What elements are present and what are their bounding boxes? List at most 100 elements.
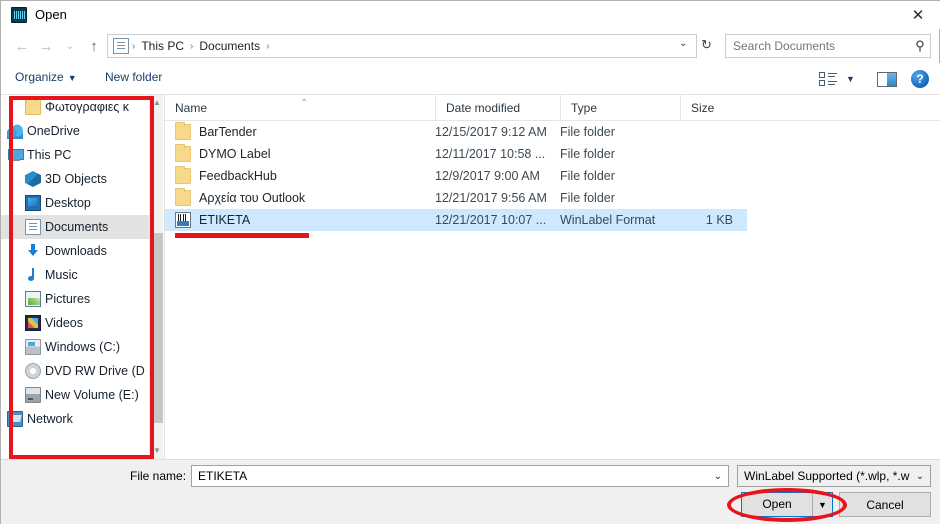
command-bar: Organize ▼ New folder ▼ ? (1, 63, 940, 95)
sidebar-item-label: Downloads (45, 244, 107, 258)
file-name-cell: FeedbackHub (165, 165, 435, 187)
sidebar-item-documents[interactable]: Documents (1, 215, 149, 239)
file-size-cell (680, 165, 745, 187)
sidebar-item-pictures[interactable]: Pictures (1, 287, 149, 311)
refresh-icon[interactable]: ↻ (701, 37, 712, 53)
sidebar-item-onedrive[interactable]: OneDrive (1, 119, 149, 143)
chevron-down-icon[interactable]: ⌄ (59, 35, 81, 57)
sidebar-item-downloads[interactable]: Downloads (1, 239, 149, 263)
back-arrow-icon[interactable]: ← (11, 35, 33, 57)
desktop-icon (25, 195, 41, 211)
organize-button[interactable]: Organize ▼ (15, 70, 77, 84)
list-view-icon[interactable] (819, 72, 837, 86)
forward-arrow-icon[interactable]: → (35, 35, 57, 57)
sidebar-item-dvd-rw-drive-d[interactable]: DVD RW Drive (D (1, 359, 149, 383)
sidebar-item-label: Network (27, 412, 73, 426)
file-date-cell: 12/21/2017 10:07 ... (435, 213, 547, 227)
file-type-value: WinLabel Supported (*.wlp, *.w (744, 469, 910, 483)
sidebar-item-videos[interactable]: Videos (1, 311, 149, 335)
file-type-cell: File folder (560, 125, 615, 139)
address-bar[interactable]: › This PC › Documents › (107, 34, 697, 58)
sidebar-item-desktop[interactable]: Desktop (1, 191, 149, 215)
file-type-cell: File folder (560, 191, 615, 205)
sidebar-item-[interactable]: Φωτογραφιες κ (1, 95, 149, 119)
navigation-pane[interactable]: Φωτογραφιες κ OneDrive This PC 3D Objects De… (1, 95, 149, 459)
chevron-down-icon[interactable]: ⌄ (708, 471, 728, 482)
open-split-button[interactable]: Open ▼ (741, 492, 833, 517)
breadcrumb-separator-1: › (190, 40, 194, 52)
up-arrow-icon[interactable]: ↑ (83, 35, 105, 57)
sidebar-item-label: OneDrive (27, 124, 80, 138)
file-list: Name ⌃ Date modified Type Size BarTender… (164, 94, 940, 459)
breadcrumb-documents[interactable]: Documents (196, 39, 263, 53)
hard-drive-icon (25, 339, 41, 355)
videos-icon (25, 315, 41, 331)
folder-icon (25, 98, 41, 115)
table-row[interactable]: Αρχεία του Outlook 12/21/2017 9:56 AM File… (165, 187, 940, 209)
open-dropdown-icon[interactable]: ▼ (812, 493, 832, 516)
search-input[interactable] (733, 39, 910, 53)
file-type-cell: File folder (560, 147, 615, 161)
help-icon[interactable]: ? (911, 70, 929, 88)
file-name-input[interactable] (198, 469, 708, 483)
folder-icon (175, 144, 191, 162)
file-name-cell: Αρχεία του Outlook (165, 187, 435, 209)
sidebar-item-this-pc[interactable]: This PC (1, 143, 149, 167)
table-row[interactable]: BarTender 12/15/2017 9:12 AM File folder (165, 121, 940, 143)
this-pc-icon (7, 147, 24, 163)
new-folder-button[interactable]: New folder (105, 70, 162, 84)
navigation-bar: ← → ⌄ ↑ › This PC › Documents › ⌄ ↻ ⚲ (1, 29, 940, 63)
breadcrumb-separator-2[interactable]: › (263, 41, 272, 52)
documents-icon (113, 38, 129, 54)
sidebar-item-label: Pictures (45, 292, 91, 306)
file-type-cell: WinLabel Format (560, 213, 656, 227)
file-name-text: Αρχεία του Outlook (199, 191, 306, 205)
column-header-size[interactable]: Size (680, 94, 745, 121)
cancel-button[interactable]: Cancel (839, 492, 931, 517)
pictures-icon (25, 291, 41, 307)
sidebar-item-music[interactable]: Music (1, 263, 149, 287)
sidebar-item-3d-objects[interactable]: 3D Objects (1, 167, 149, 191)
file-name-label: File name: (130, 469, 187, 483)
navigation-pane-scrollbar[interactable]: ▲ ▼ (149, 95, 163, 459)
table-row[interactable]: DYMO Label 12/11/2017 10:58 ... File folde… (165, 143, 940, 165)
chevron-down-icon[interactable]: ▼ (846, 74, 855, 84)
sidebar-item-label: Music (45, 268, 78, 282)
scrollbar-thumb[interactable] (151, 233, 163, 423)
scroll-up-icon[interactable]: ▲ (150, 96, 164, 110)
open-button[interactable]: Open (742, 493, 812, 516)
sidebar-item-network[interactable]: Network (1, 407, 149, 431)
search-box[interactable]: ⚲ (725, 34, 931, 58)
scroll-down-icon[interactable]: ▼ (150, 444, 164, 458)
chevron-down-icon[interactable]: ⌄ (910, 471, 930, 482)
breadcrumb-this-pc[interactable]: This PC (138, 39, 187, 53)
file-rows: BarTender 12/15/2017 9:12 AM File folder DY… (165, 121, 940, 231)
sort-ascending-icon: ⌃ (300, 97, 309, 109)
breadcrumb-separator-0: › (132, 40, 136, 52)
preview-pane-icon[interactable] (877, 72, 897, 87)
file-size-cell (680, 187, 745, 209)
address-dropdown-icon[interactable]: ⌄ (679, 38, 687, 49)
folder-icon (175, 166, 191, 184)
file-name-text: FeedbackHub (199, 169, 277, 183)
column-header-name[interactable]: Name ⌃ (165, 95, 435, 121)
open-file-dialog: Open ✕ ← → ⌄ ↑ › This PC › Documents › ⌄… (0, 0, 940, 524)
documents-icon (25, 219, 41, 235)
file-name-text: DYMO Label (199, 147, 271, 161)
column-header-type[interactable]: Type (560, 94, 680, 121)
folder-icon (175, 188, 191, 206)
table-row[interactable]: ETIKETA 12/21/2017 10:07 ... WinLabel Form… (165, 209, 747, 231)
title-bar: Open ✕ (1, 1, 940, 29)
file-type-combobox[interactable]: WinLabel Supported (*.wlp, *.w ⌄ (737, 465, 931, 487)
table-row[interactable]: FeedbackHub 12/9/2017 9:00 AM File folder (165, 165, 940, 187)
sidebar-item-windows-c[interactable]: Windows (C:) (1, 335, 149, 359)
close-icon[interactable]: ✕ (895, 1, 940, 29)
sidebar-item-new-volume-e[interactable]: New Volume (E:) (1, 383, 149, 407)
winlabel-app-icon (11, 7, 27, 23)
column-header-name-label: Name (175, 100, 208, 115)
file-name-combobox[interactable]: ⌄ (191, 465, 729, 487)
search-icon[interactable]: ⚲ (910, 38, 930, 54)
file-size-cell (680, 121, 745, 143)
column-header-date-modified[interactable]: Date modified (435, 94, 560, 121)
folder-icon (175, 122, 191, 140)
